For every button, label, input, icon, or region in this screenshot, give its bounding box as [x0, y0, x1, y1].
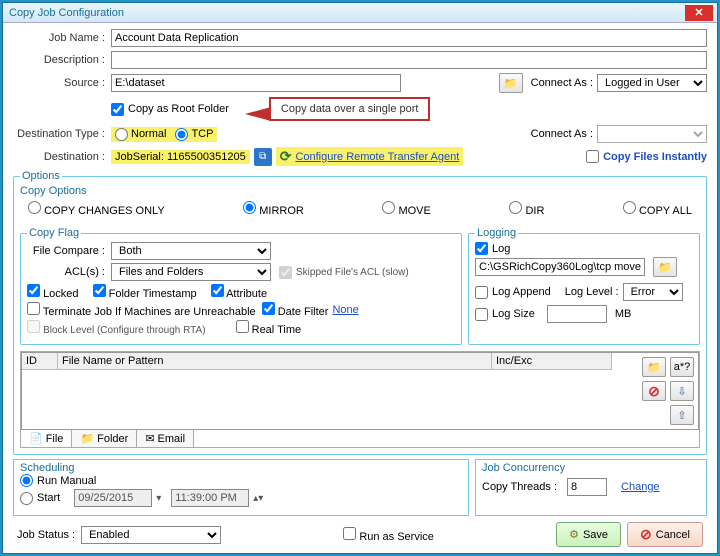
col-incexc: Inc/Exc	[492, 353, 612, 369]
start-date-input	[74, 489, 152, 507]
opt-changes-radio[interactable]	[28, 201, 41, 214]
log-path-input[interactable]	[475, 258, 645, 276]
filter-wildcard-button[interactable]: a*?	[670, 357, 694, 377]
tab-file[interactable]: 📄File	[21, 430, 72, 447]
refresh-icon[interactable]: ⟳	[280, 148, 292, 165]
filter-add-button[interactable]: 📁	[642, 357, 666, 377]
callout-box: Copy data over a single port	[269, 97, 431, 121]
run-as-service-checkbox[interactable]	[343, 527, 356, 540]
folder-icon: 📁	[504, 77, 518, 90]
filter-table-body[interactable]	[22, 370, 612, 418]
logging-legend: Logging	[475, 227, 518, 239]
connect-as-2-label: Connect As :	[531, 128, 593, 140]
dest-type-normal-radio[interactable]	[115, 128, 128, 141]
gear-icon: ⚙	[569, 528, 579, 541]
destination-label: Destination :	[13, 151, 111, 163]
start-time-input	[171, 489, 249, 507]
export-icon: ⇩	[677, 385, 686, 398]
source-label: Source :	[13, 77, 111, 89]
acls-label: ACL(s) :	[27, 266, 111, 278]
log-size-mb: MB	[615, 308, 632, 320]
wildcard-icon: a*?	[674, 361, 691, 373]
copy-options-title: Copy Options	[20, 185, 700, 197]
start-radio[interactable]	[20, 492, 33, 505]
scheduling-legend: Scheduling	[20, 462, 462, 474]
job-name-input[interactable]	[111, 29, 707, 47]
log-append-checkbox[interactable]	[475, 286, 488, 299]
description-input[interactable]	[111, 51, 707, 69]
filter-remove-button[interactable]: ⊘	[642, 381, 666, 401]
dest-type-label: Destination Type :	[13, 128, 111, 140]
email-icon: ✉	[145, 432, 154, 445]
file-compare-select[interactable]: Both	[111, 242, 271, 260]
job-serial-label: JobSerial:	[115, 151, 164, 163]
block-level-checkbox	[27, 320, 40, 333]
log-level-label: Log Level :	[565, 286, 619, 298]
copy-as-root-label: Copy as Root Folder	[128, 103, 229, 115]
log-size-input[interactable]	[547, 305, 607, 323]
folder-icon: 📁	[647, 361, 661, 374]
log-size-checkbox[interactable]	[475, 308, 488, 321]
options-legend: Options	[20, 170, 62, 182]
skipped-acl-checkbox	[279, 266, 292, 279]
attribute-checkbox[interactable]	[211, 284, 224, 297]
job-serial-value: 1165500351205	[167, 151, 246, 163]
folder-ts-checkbox[interactable]	[93, 284, 106, 297]
opt-mirror-radio[interactable]	[243, 201, 256, 214]
filter-import-button[interactable]: ⇧	[670, 405, 694, 425]
concurrency-legend: Job Concurrency	[482, 462, 700, 474]
window-title: Copy Job Configuration	[9, 7, 124, 19]
cancel-icon: ⊘	[640, 526, 652, 543]
threads-input[interactable]	[567, 478, 607, 496]
date-filter-link[interactable]: None	[332, 304, 358, 316]
job-status-select[interactable]: Enabled	[81, 526, 221, 544]
tab-email[interactable]: ✉Email	[137, 430, 194, 447]
log-browse-button[interactable]: 📁	[653, 257, 677, 277]
dest-type-normal-label: Normal	[131, 128, 166, 140]
save-button[interactable]: ⚙Save	[556, 522, 621, 547]
opt-copyall-radio[interactable]	[623, 201, 636, 214]
skipped-acl-label: Skipped File's ACL (slow)	[296, 267, 409, 278]
file-icon: 📄	[29, 432, 43, 445]
run-manual-radio[interactable]	[20, 474, 33, 487]
cancel-button[interactable]: ⊘Cancel	[627, 522, 703, 547]
source-input[interactable]	[111, 74, 401, 92]
log-level-select[interactable]: Error	[623, 283, 683, 301]
remove-icon: ⊘	[648, 383, 660, 400]
folder-icon: 📁	[80, 432, 94, 445]
real-time-checkbox[interactable]	[236, 320, 249, 333]
opt-move-radio[interactable]	[382, 201, 395, 214]
connect-as-2-select[interactable]	[597, 125, 707, 143]
configure-rta-link[interactable]: Configure Remote Transfer Agent	[295, 151, 459, 163]
job-name-label: Job Name :	[13, 32, 111, 44]
close-button[interactable]: ✕	[685, 5, 713, 21]
opt-dir-radio[interactable]	[509, 201, 522, 214]
connect-as-1-select[interactable]: Logged in User	[597, 74, 707, 92]
locked-checkbox[interactable]	[27, 284, 40, 297]
copy-files-instantly-checkbox[interactable]	[586, 150, 599, 163]
col-filename: File Name or Pattern	[58, 353, 492, 369]
date-filter-checkbox[interactable]	[262, 302, 275, 315]
filter-export-button[interactable]: ⇩	[670, 381, 694, 401]
dest-type-tcp-radio[interactable]	[175, 128, 188, 141]
col-id: ID	[22, 353, 58, 369]
description-label: Description :	[13, 54, 111, 66]
source-browse-button[interactable]: 📁	[499, 73, 523, 93]
copy-as-root-checkbox[interactable]	[111, 103, 124, 116]
job-status-label: Job Status :	[17, 529, 75, 541]
connect-as-1-label: Connect As :	[531, 77, 593, 89]
folder-icon: 📁	[658, 261, 672, 274]
serial-copy-button[interactable]: ⧉	[254, 148, 272, 166]
log-checkbox[interactable]	[475, 242, 488, 255]
copy-flag-legend: Copy Flag	[27, 227, 81, 239]
copy-files-instantly-label: Copy Files Instantly	[603, 151, 707, 163]
file-compare-label: File Compare :	[27, 245, 111, 257]
threads-label: Copy Threads :	[482, 481, 557, 493]
import-icon: ⇧	[677, 409, 686, 422]
threads-change-link[interactable]: Change	[621, 481, 660, 493]
acls-select[interactable]: Files and Folders	[111, 263, 271, 281]
terminate-checkbox[interactable]	[27, 302, 40, 315]
dest-type-tcp-label: TCP	[191, 128, 213, 140]
tab-folder[interactable]: 📁Folder	[72, 430, 137, 447]
